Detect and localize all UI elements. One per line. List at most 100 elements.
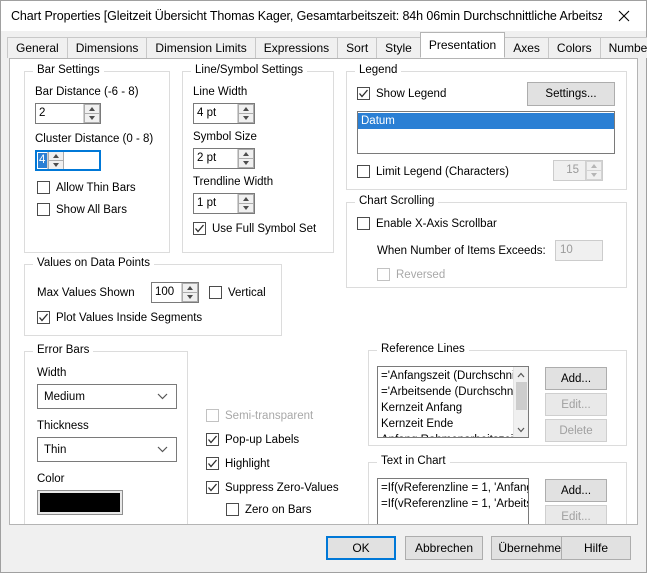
tab-dimensions[interactable]: Dimensions <box>66 37 148 58</box>
bar-distance-up-button[interactable] <box>84 104 100 113</box>
legend-listbox-items: Datum <box>358 112 614 153</box>
error-bars-thickness-select[interactable]: Thin <box>37 437 177 462</box>
trendline-width-stepper[interactable]: 1 pt <box>193 193 255 214</box>
reference-lines-item-1[interactable]: ='Anfangszeit (Durchschnitt ' <box>378 368 513 384</box>
bar-distance-value[interactable]: 2 <box>36 104 83 123</box>
line-symbol-settings-title: Line/Symbol Settings <box>191 64 308 76</box>
scroll-down-icon[interactable] <box>514 422 529 437</box>
symbol-size-up-button[interactable] <box>238 149 254 158</box>
zero-on-bars-checkbox[interactable]: Zero on Bars <box>226 503 311 516</box>
values-on-data-points-title: Values on Data Points <box>33 257 154 269</box>
limit-legend-value[interactable]: 15 <box>554 161 585 180</box>
vertical-checkbox[interactable]: Vertical <box>209 286 266 299</box>
tab-general[interactable]: General <box>7 37 68 58</box>
show-all-bars-checkbox[interactable]: Show All Bars <box>37 203 127 216</box>
reversed-box <box>377 268 390 281</box>
line-width-up-button[interactable] <box>238 104 254 113</box>
trendline-width-up-button[interactable] <box>238 194 254 203</box>
max-values-shown-up-button[interactable] <box>182 283 198 292</box>
text-in-chart-group: Text in Chart =If(vReferenzline = 1, 'An… <box>368 455 627 524</box>
reference-lines-edit-button[interactable]: Edit... <box>545 393 607 416</box>
line-width-arrows <box>237 104 254 123</box>
error-bars-color-swatch[interactable] <box>37 490 123 515</box>
reference-lines-scroll-track[interactable] <box>516 410 527 422</box>
presentation-tab-page: Bar Settings Bar Distance (-6 - 8) 2 Clu… <box>9 58 638 525</box>
close-icon[interactable] <box>602 2 646 31</box>
symbol-size-down-button[interactable] <box>238 158 254 168</box>
reference-lines-scrollbar[interactable] <box>513 367 528 437</box>
reference-lines-item-2[interactable]: ='Arbeitsende (Durchschnitt ' <box>378 384 513 400</box>
suppress-zero-values-checkbox[interactable]: Suppress Zero-Values <box>206 481 339 494</box>
bar-distance-stepper[interactable]: 2 <box>35 103 101 124</box>
tab-presentation[interactable]: Presentation <box>419 32 506 58</box>
use-full-symbol-set-checkbox[interactable]: Use Full Symbol Set <box>193 222 316 235</box>
reversed-checkbox[interactable]: Reversed <box>377 268 445 281</box>
max-values-shown-down-button[interactable] <box>182 292 198 302</box>
use-full-symbol-set-label: Use Full Symbol Set <box>212 222 317 235</box>
highlight-checkbox[interactable]: Highlight <box>206 457 270 470</box>
show-all-bars-box <box>37 203 50 216</box>
items-exceeds-input[interactable]: 10 <box>555 240 603 261</box>
plot-values-inside-segments-checkbox[interactable]: Plot Values Inside Segments <box>37 311 202 324</box>
allow-thin-bars-label: Allow Thin Bars <box>56 181 136 194</box>
tab-style[interactable]: Style <box>376 37 421 58</box>
tab-colors[interactable]: Colors <box>547 37 601 58</box>
symbol-size-stepper[interactable]: 2 pt <box>193 148 255 169</box>
reference-lines-delete-button[interactable]: Delete <box>545 419 607 442</box>
highlight-label: Highlight <box>225 457 270 470</box>
bar-distance-down-button[interactable] <box>84 113 100 123</box>
symbol-size-value[interactable]: 2 pt <box>194 149 237 168</box>
tab-number[interactable]: Number <box>599 37 647 58</box>
popup-labels-checkbox[interactable]: Pop-up Labels <box>206 433 299 446</box>
legend-list-item[interactable]: Datum <box>358 113 614 129</box>
scroll-up-icon[interactable] <box>514 367 529 382</box>
tab-sort[interactable]: Sort <box>337 37 378 58</box>
reference-lines-item-5[interactable]: Anfang Rahmenarbeitszeit <box>378 432 513 437</box>
use-full-symbol-set-box <box>193 222 206 235</box>
enable-x-axis-scrollbar-label: Enable X-Axis Scrollbar <box>376 217 497 230</box>
enable-x-axis-scrollbar-checkbox[interactable]: Enable X-Axis Scrollbar <box>357 217 497 230</box>
line-width-down-button[interactable] <box>238 113 254 123</box>
cluster-distance-stepper[interactable]: 4 <box>35 150 101 171</box>
text-in-chart-item-2[interactable]: =If(vReferenzline = 1, 'Arbeitsend <box>378 496 528 512</box>
line-width-value[interactable]: 4 pt <box>194 104 237 123</box>
cancel-button[interactable]: Abbrechen <box>405 536 483 560</box>
semi-transparent-label: Semi-transparent <box>225 409 314 422</box>
legend-settings-button[interactable]: Settings... <box>527 82 615 106</box>
text-in-chart-item-1[interactable]: =If(vReferenzline = 1, 'Anfangsze <box>378 480 528 496</box>
limit-legend-up-button[interactable] <box>586 161 602 170</box>
show-legend-checkbox[interactable]: Show Legend <box>357 87 446 100</box>
zero-on-bars-label: Zero on Bars <box>245 503 312 516</box>
cluster-distance-up-button[interactable] <box>48 151 64 160</box>
help-button[interactable]: Hilfe <box>561 536 631 560</box>
limit-legend-down-button[interactable] <box>586 170 602 180</box>
tab-strip: General Dimensions Dimension Limits Expr… <box>1 31 647 58</box>
error-bars-width-select[interactable]: Medium <box>37 384 177 409</box>
reference-lines-listbox[interactable]: ='Anfangszeit (Durchschnitt ' ='Arbeitse… <box>377 366 529 438</box>
text-in-chart-edit-button[interactable]: Edit... <box>545 505 607 524</box>
semi-transparent-checkbox[interactable]: Semi-transparent <box>206 409 313 422</box>
tab-expressions[interactable]: Expressions <box>254 37 339 58</box>
cluster-distance-down-button[interactable] <box>48 160 64 170</box>
max-values-shown-stepper[interactable]: 100 <box>151 282 199 303</box>
line-width-stepper[interactable]: 4 pt <box>193 103 255 124</box>
limit-legend-checkbox[interactable]: Limit Legend (Characters) <box>357 165 509 178</box>
trendline-width-down-button[interactable] <box>238 203 254 213</box>
trendline-width-value[interactable]: 1 pt <box>194 194 237 213</box>
max-values-shown-value[interactable]: 100 <box>152 283 181 302</box>
tab-dimension-limits[interactable]: Dimension Limits <box>146 37 256 58</box>
cluster-distance-value[interactable]: 4 <box>38 153 47 168</box>
tab-axes[interactable]: Axes <box>504 37 549 58</box>
ok-button[interactable]: OK <box>326 536 396 560</box>
legend-listbox[interactable]: Datum <box>357 111 615 154</box>
reference-lines-scroll-thumb[interactable] <box>515 382 527 410</box>
reference-lines-add-button[interactable]: Add... <box>545 367 607 390</box>
trendline-width-label: Trendline Width <box>193 176 274 188</box>
popup-labels-box <box>206 433 219 446</box>
allow-thin-bars-checkbox[interactable]: Allow Thin Bars <box>37 181 136 194</box>
text-in-chart-add-button[interactable]: Add... <box>545 479 607 502</box>
limit-legend-stepper[interactable]: 15 <box>553 160 603 181</box>
text-in-chart-listbox[interactable]: =If(vReferenzline = 1, 'Anfangsze =If(vR… <box>377 478 529 524</box>
reference-lines-item-3[interactable]: Kernzeit Anfang <box>378 400 513 416</box>
reference-lines-item-4[interactable]: Kernzeit Ende <box>378 416 513 432</box>
